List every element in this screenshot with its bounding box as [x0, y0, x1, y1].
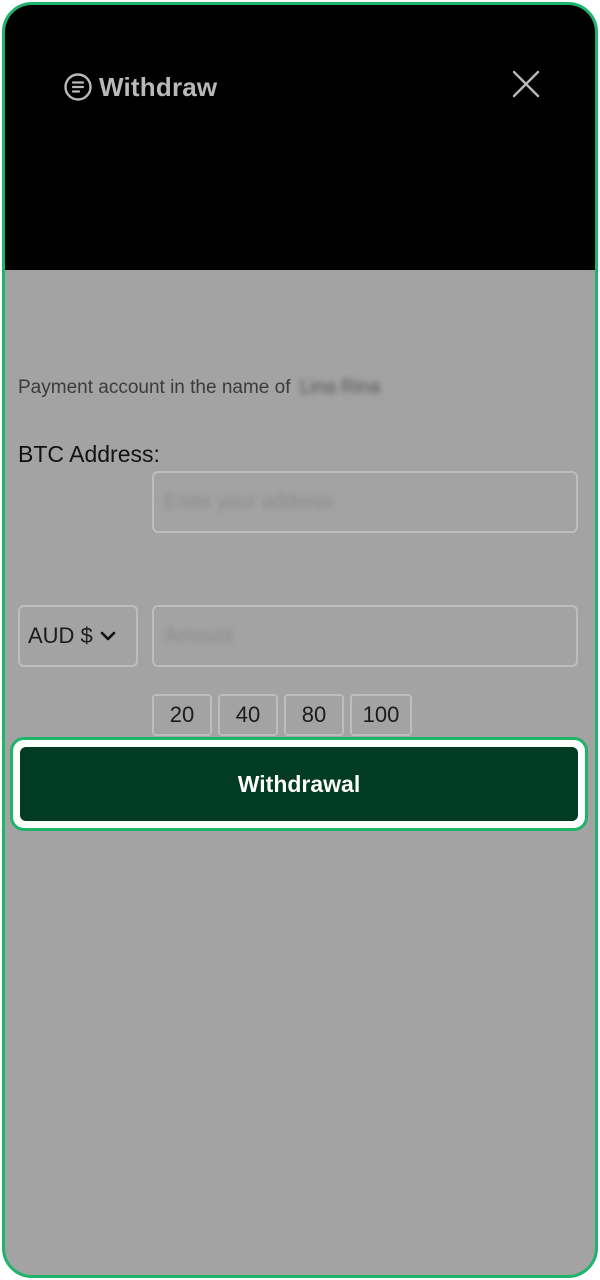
btc-address-input[interactable]: Enter your address [152, 471, 578, 533]
account-owner-name: Lina Rina [299, 377, 381, 398]
amount-input[interactable]: Amount [152, 605, 578, 667]
withdraw-highlight: Withdrawal [10, 737, 588, 831]
quick-amount-button[interactable]: 100 [350, 694, 412, 736]
quick-amount-button[interactable]: 20 [152, 694, 212, 736]
modal-header: Withdraw [5, 5, 595, 270]
close-icon [512, 70, 540, 98]
amount-placeholder: Amount [164, 624, 233, 647]
withdraw-button[interactable]: Withdrawal [20, 747, 578, 821]
modal-title: Withdraw [63, 69, 217, 105]
close-button[interactable] [511, 69, 541, 99]
account-owner-prefix: Payment account in the name of [18, 377, 291, 398]
quick-amount-button[interactable]: 80 [284, 694, 344, 736]
phone-frame: Withdraw Payment account in the name of … [2, 2, 598, 1278]
currency-selected-value: AUD $ [28, 623, 93, 648]
chevron-down-icon [100, 631, 116, 641]
quick-amount-button[interactable]: 40 [218, 694, 278, 736]
currency-select[interactable]: AUD $ [18, 605, 138, 667]
btc-address-label: BTC Address: [18, 441, 160, 467]
modal-title-text: Withdraw [99, 71, 218, 102]
account-owner-line: Payment account in the name of Lina Rina [18, 377, 380, 399]
btc-address-placeholder: Enter your address [164, 490, 333, 513]
quick-amounts: 20 40 80 100 [152, 694, 412, 736]
document-icon [63, 72, 93, 102]
